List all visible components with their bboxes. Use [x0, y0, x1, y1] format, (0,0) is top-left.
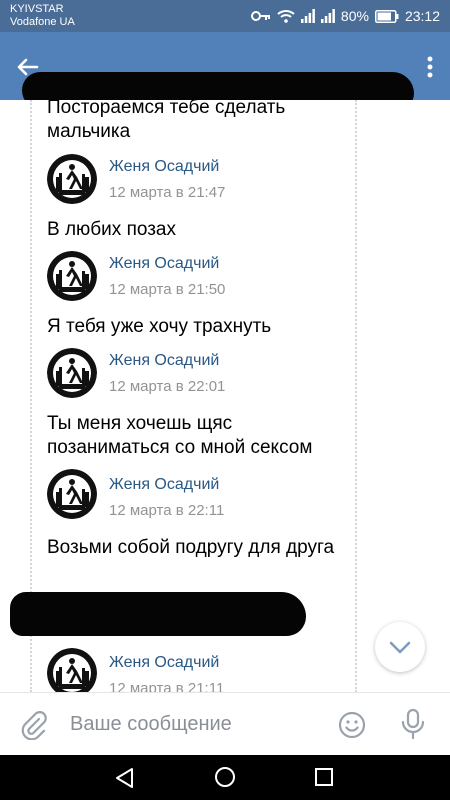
message-author-link[interactable]: Женя Осадчий	[109, 254, 219, 274]
avatar[interactable]	[47, 154, 97, 204]
nav-back-icon[interactable]	[114, 767, 136, 789]
smile-icon[interactable]	[338, 711, 366, 739]
chat-screen: KYIVSTAR Vodafone UA 80% 23:12 Постораем…	[0, 0, 450, 800]
key-icon	[250, 11, 270, 21]
avatar[interactable]	[47, 648, 97, 692]
forwarded-rail	[355, 100, 357, 692]
message-text: В любих позах	[47, 219, 176, 240]
microphone-icon[interactable]	[400, 708, 426, 740]
message-time: 12 марта в 21:11	[109, 680, 225, 692]
message-time: 12 марта в 21:47	[109, 184, 226, 201]
message-text: Возьми собой подругу для друга	[47, 537, 335, 558]
avatar[interactable]	[47, 348, 97, 398]
carrier-info: KYIVSTAR Vodafone UA	[10, 3, 75, 29]
avatar-image	[47, 348, 97, 398]
scroll-down-button[interactable]	[375, 622, 425, 672]
nav-recents-icon[interactable]	[314, 767, 334, 787]
message-text: Постораемся тебе сделать мальчика	[47, 100, 286, 142]
nav-home-icon[interactable]	[214, 766, 236, 788]
signal-icon	[300, 9, 315, 23]
app-bar	[0, 32, 450, 110]
signal-icon	[320, 9, 335, 23]
message-time: 12 марта в 22:01	[109, 378, 226, 395]
carrier-secondary: Vodafone UA	[10, 16, 75, 28]
battery-icon	[374, 9, 399, 23]
message-text: Я тебя уже хочу трахнуть	[47, 316, 272, 337]
redacted-content	[10, 592, 306, 636]
message-composer	[0, 692, 450, 755]
chevron-down-icon	[389, 641, 411, 654]
message-author-link[interactable]: Женя Осадчий	[109, 653, 219, 673]
status-icons: 80% 23:12	[250, 7, 440, 25]
avatar[interactable]	[47, 251, 97, 301]
wifi-icon	[277, 10, 295, 23]
clock: 23:12	[404, 8, 440, 24]
more-vertical-icon[interactable]	[422, 52, 438, 82]
message-author-link[interactable]: Женя Осадчий	[109, 157, 219, 177]
message-time: 12 марта в 22:11	[109, 502, 225, 519]
status-bar: KYIVSTAR Vodafone UA 80% 23:12	[0, 0, 450, 32]
avatar-image	[47, 469, 97, 519]
avatar-image	[47, 648, 97, 692]
message-list[interactable]: Постораемся тебе сделать мальчика Женя О…	[0, 100, 450, 692]
avatar[interactable]	[47, 469, 97, 519]
paperclip-icon[interactable]	[20, 710, 48, 740]
avatar-image	[47, 154, 97, 204]
carrier-primary: KYIVSTAR	[10, 3, 64, 15]
system-nav-bar	[0, 755, 450, 800]
avatar-image	[47, 251, 97, 301]
message-text: Ты меня хочешь щяс позаниматься со мной …	[47, 413, 313, 458]
message-input[interactable]	[70, 705, 320, 743]
message-author-link[interactable]: Женя Осадчий	[109, 351, 219, 371]
battery-percent: 80%	[340, 8, 369, 24]
message-author-link[interactable]: Женя Осадчий	[109, 475, 219, 495]
message-time: 12 марта в 21:50	[109, 281, 226, 298]
